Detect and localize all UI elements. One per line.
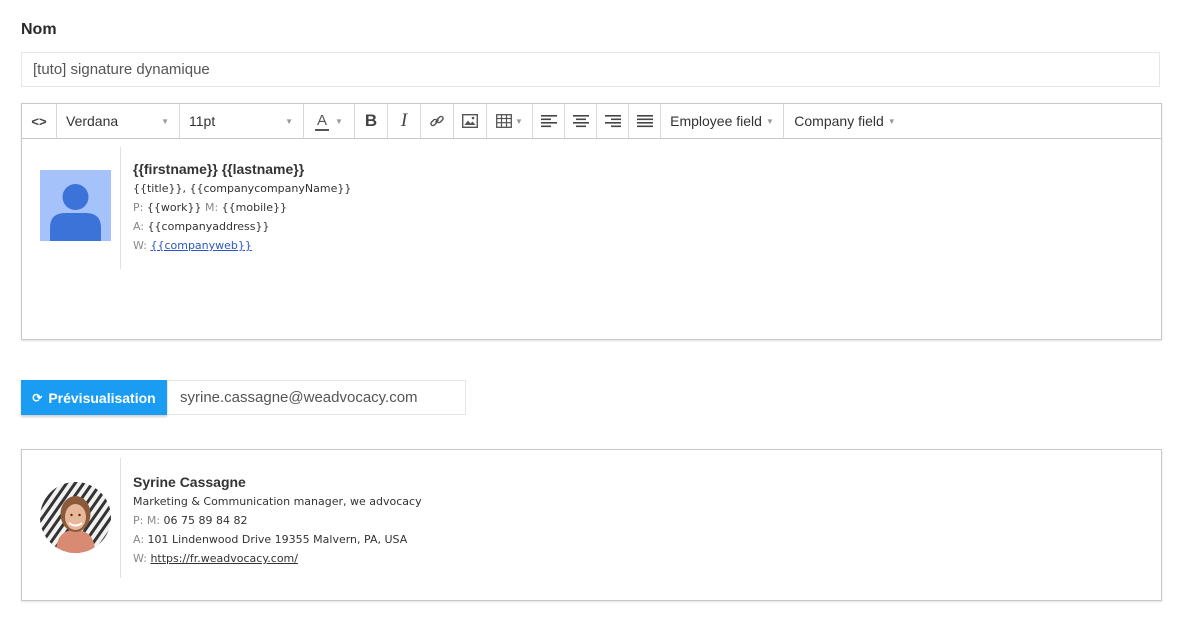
- image-button[interactable]: [454, 104, 487, 138]
- preview-button[interactable]: ⟳ Prévisualisation: [21, 380, 167, 415]
- code-view-button[interactable]: <>: [22, 104, 57, 138]
- link-button[interactable]: [421, 104, 454, 138]
- table-icon: [496, 114, 512, 128]
- rendered-name: Syrine Cassagne: [133, 474, 246, 490]
- font-size-value: 11pt: [189, 113, 216, 129]
- editor-content[interactable]: {{firstname}} {{lastname}} {{title}}, {{…: [22, 139, 1161, 339]
- employee-field-label: Employee field: [670, 113, 762, 129]
- rendered-address: A: 101 Lindenwood Drive 19355 Malvern, P…: [133, 533, 408, 546]
- chevron-down-icon: ▼: [285, 116, 293, 126]
- company-field-label: Company field: [794, 113, 884, 129]
- italic-button[interactable]: I: [388, 104, 421, 138]
- image-icon: [462, 114, 478, 128]
- text-color-button[interactable]: A ▼: [304, 104, 355, 138]
- preview-email-input[interactable]: syrine.cassagne@weadvocacy.com: [167, 380, 466, 415]
- align-left-button[interactable]: [533, 104, 565, 138]
- template-signature: {{firstname}} {{lastname}} {{title}}, {{…: [22, 147, 351, 269]
- template-photo-column: [22, 147, 121, 269]
- signature-name-input[interactable]: [tuto] signature dynamique: [21, 52, 1160, 87]
- signature-name: {{firstname}} {{lastname}}: [133, 161, 305, 177]
- refresh-icon: ⟳: [32, 390, 43, 405]
- bold-icon: B: [364, 111, 378, 130]
- name-label: Nom: [21, 21, 57, 38]
- chevron-down-icon: ▼: [335, 116, 343, 126]
- chevron-down-icon: ▼: [887, 116, 896, 126]
- signature-title: {{title}}, {{companycompanyName}}: [133, 182, 352, 195]
- chevron-down-icon: ▼: [765, 116, 774, 126]
- text-color-icon: A: [315, 111, 330, 131]
- rendered-signature: Syrine Cassagne Marketing & Communicatio…: [22, 458, 422, 578]
- link-icon: [430, 115, 444, 127]
- rendered-web: W: https://fr.weadvocacy.com/: [133, 552, 298, 565]
- rendered-photo-column: [22, 458, 121, 578]
- font-family-value: Verdana: [66, 113, 119, 129]
- chevron-down-icon: ▼: [515, 116, 523, 126]
- signature-phone: P: {{work}} M: {{mobile}}: [133, 201, 287, 214]
- company-field-dropdown[interactable]: Company field ▼: [784, 104, 906, 138]
- signature-web: W: {{companyweb}}: [133, 239, 252, 252]
- font-size-select[interactable]: 11pt ▼: [180, 104, 304, 138]
- template-signature-text: {{firstname}} {{lastname}} {{title}}, {{…: [121, 147, 351, 269]
- signature-address: A: {{companyaddress}}: [133, 220, 270, 233]
- signature-editor[interactable]: <> Verdana ▼ 11pt ▼ A ▼ B I ▼ Employee f…: [21, 103, 1162, 340]
- italic-icon: I: [400, 110, 408, 131]
- signature-web-link[interactable]: {{companyweb}}: [150, 239, 251, 252]
- signature-preview: Syrine Cassagne Marketing & Communicatio…: [21, 449, 1162, 601]
- rendered-phone: P: M: 06 75 89 84 82: [133, 514, 248, 527]
- rendered-web-link[interactable]: https://fr.weadvocacy.com/: [150, 552, 298, 565]
- avatar-placeholder-icon: [40, 170, 111, 241]
- justify-icon: [636, 115, 653, 128]
- code-icon: <>: [31, 113, 47, 129]
- font-family-select[interactable]: Verdana ▼: [57, 104, 180, 138]
- rendered-signature-text: Syrine Cassagne Marketing & Communicatio…: [121, 458, 422, 578]
- align-right-button[interactable]: [597, 104, 629, 138]
- profile-photo: [40, 482, 111, 553]
- align-center-button[interactable]: [565, 104, 597, 138]
- align-left-icon: [540, 115, 557, 128]
- employee-field-dropdown[interactable]: Employee field ▼: [661, 104, 784, 138]
- chevron-down-icon: ▼: [161, 116, 169, 126]
- align-center-icon: [572, 115, 589, 128]
- editor-toolbar: <> Verdana ▼ 11pt ▼ A ▼ B I ▼ Employee f…: [22, 104, 1161, 139]
- bold-button[interactable]: B: [355, 104, 388, 138]
- table-button[interactable]: ▼: [487, 104, 533, 138]
- align-right-icon: [604, 115, 621, 128]
- rendered-title: Marketing & Communication manager, we ad…: [133, 495, 422, 508]
- preview-button-label: Prévisualisation: [48, 389, 156, 406]
- justify-button[interactable]: [629, 104, 661, 138]
